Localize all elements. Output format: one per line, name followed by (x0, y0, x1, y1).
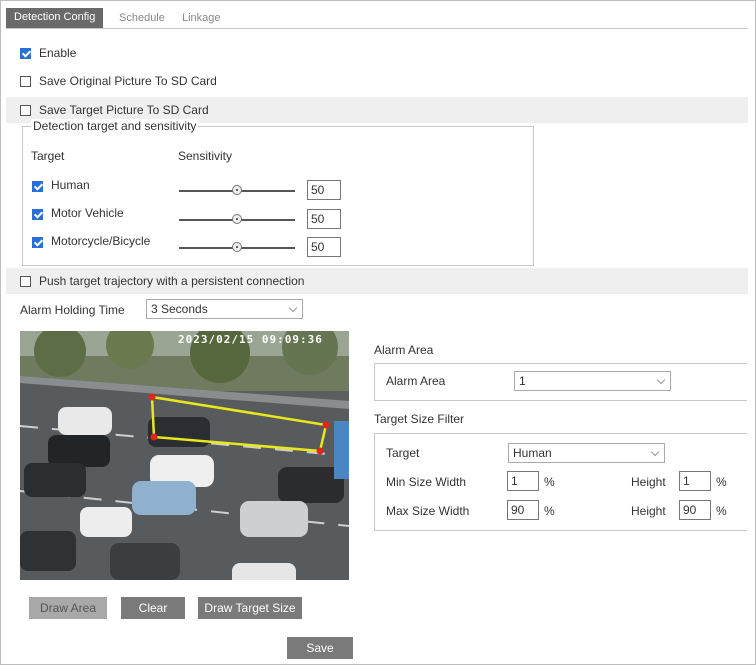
human-sensitivity-input[interactable]: 50 (307, 180, 341, 200)
min-height-unit: % (716, 475, 727, 489)
col-target-header: Target (31, 149, 65, 163)
save-target-checkbox[interactable] (20, 105, 31, 116)
target-size-filter-section-title: Target Size Filter (374, 412, 465, 426)
enable-checkbox[interactable] (20, 48, 31, 59)
push-trajectory-checkbox[interactable] (20, 276, 31, 287)
filter-target-select[interactable]: Human (508, 443, 665, 463)
alarm-holding-time-select[interactable]: 3 Seconds (146, 299, 303, 319)
filter-target-label: Target (386, 446, 420, 460)
max-size-width-input[interactable]: 90 (507, 500, 539, 520)
tab-bar: Detection Config Schedule Linkage (6, 6, 748, 29)
alarm-area-box: Alarm Area 1 (374, 363, 747, 401)
slider-knob[interactable] (232, 185, 242, 195)
max-height-label: Height (631, 504, 666, 518)
push-trajectory-row: Push target trajectory with a persistent… (6, 268, 748, 294)
push-trajectory-label: Push target trajectory with a persistent… (39, 274, 305, 288)
save-original-checkbox[interactable] (20, 76, 31, 87)
min-height-label: Height (631, 475, 666, 489)
video-preview[interactable]: 2023/02/15 09:09:36 (20, 331, 349, 580)
target-human-label: Human (51, 178, 90, 192)
col-sensitivity-header: Sensitivity (178, 149, 233, 163)
target-motor-vehicle-checkbox[interactable] (32, 209, 43, 220)
save-original-label: Save Original Picture To SD Card (39, 74, 217, 88)
detection-target-group: Detection target and sensitivity Target … (22, 119, 534, 266)
motor-vehicle-sensitivity-slider[interactable] (179, 214, 295, 224)
enable-row: Enable (6, 40, 748, 66)
video-scene (20, 331, 349, 580)
alarm-holding-time-value: 3 Seconds (151, 302, 208, 316)
tab-detection-config[interactable]: Detection Config (6, 8, 104, 28)
max-height-input[interactable]: 90 (679, 500, 711, 520)
min-size-width-input[interactable]: 1 (507, 471, 539, 491)
save-button[interactable]: Save (287, 637, 353, 659)
target-motorcycle-bicycle-label: Motorcycle/Bicycle (51, 234, 151, 248)
clear-button[interactable]: Clear (121, 597, 185, 619)
save-original-row: Save Original Picture To SD Card (6, 68, 748, 94)
chevron-down-icon (650, 447, 660, 457)
detection-group-legend: Detection target and sensitivity (31, 119, 199, 133)
max-height-unit: % (716, 504, 727, 518)
chevron-down-icon (288, 303, 298, 313)
human-sensitivity-slider[interactable] (179, 185, 295, 195)
chevron-down-icon (656, 375, 666, 385)
slider-knob[interactable] (232, 242, 242, 252)
motorcycle-bicycle-sensitivity-input[interactable]: 50 (307, 237, 341, 257)
target-motorcycle-bicycle-checkbox[interactable] (32, 237, 43, 248)
min-height-input[interactable]: 1 (679, 471, 711, 491)
video-timestamp: 2023/02/15 09:09:36 (178, 333, 323, 346)
alarm-area-select[interactable]: 1 (514, 371, 671, 391)
tab-schedule[interactable]: Schedule (119, 9, 165, 28)
alarm-holding-time-label: Alarm Holding Time (20, 303, 125, 317)
min-size-width-label: Min Size Width (386, 475, 467, 489)
draw-target-size-button[interactable]: Draw Target Size (198, 597, 302, 619)
motor-vehicle-sensitivity-input[interactable]: 50 (307, 209, 341, 229)
alarm-area-label: Alarm Area (386, 374, 446, 388)
tab-linkage[interactable]: Linkage (182, 9, 221, 28)
slider-knob[interactable] (232, 214, 242, 224)
target-size-filter-box: Target Human Min Size Width 1 % Height 1… (374, 433, 747, 531)
alarm-area-value: 1 (519, 374, 526, 388)
alarm-area-section-title: Alarm Area (374, 343, 434, 357)
target-motor-vehicle-label: Motor Vehicle (51, 206, 124, 220)
max-width-unit: % (544, 504, 555, 518)
target-human-checkbox[interactable] (32, 181, 43, 192)
max-size-width-label: Max Size Width (386, 504, 470, 518)
filter-target-value: Human (513, 446, 552, 460)
draw-area-button[interactable]: Draw Area (29, 597, 107, 619)
enable-label: Enable (39, 46, 77, 60)
motorcycle-bicycle-sensitivity-slider[interactable] (179, 242, 295, 252)
min-width-unit: % (544, 475, 555, 489)
